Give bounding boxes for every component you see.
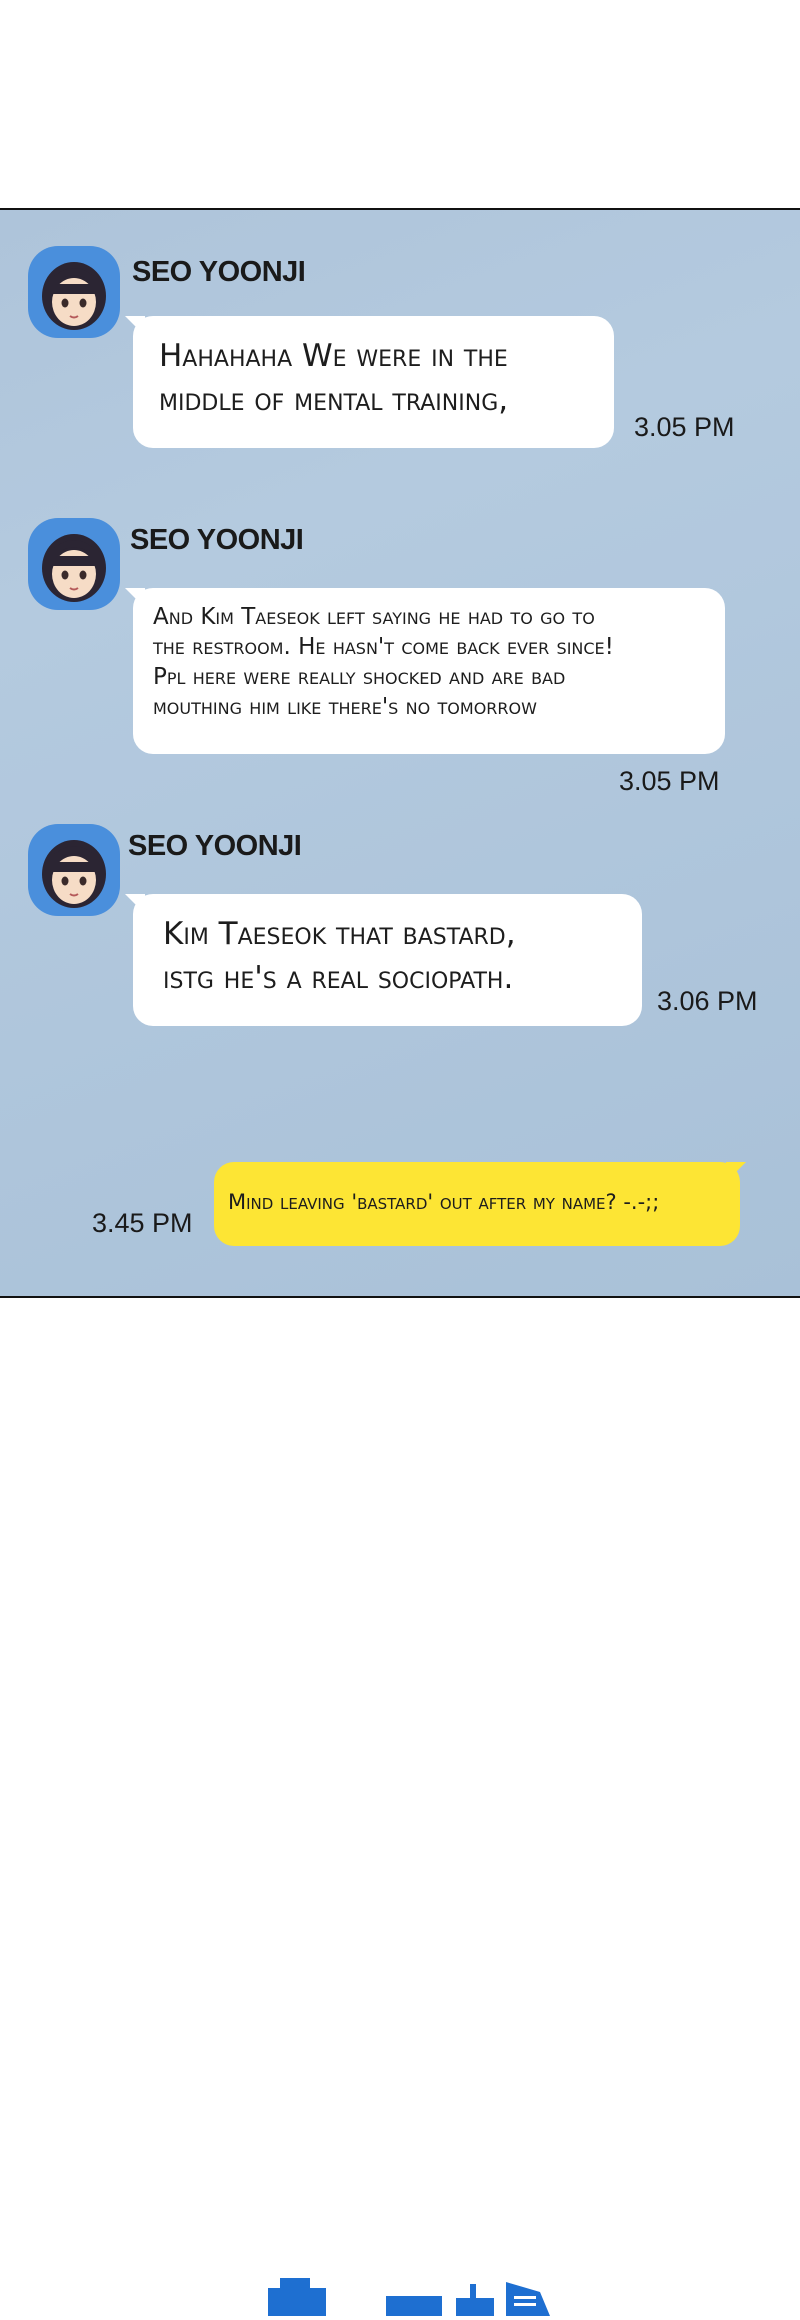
chat-panel: SEO YOONJI Hahahaha We were in the middl… [0,208,800,1298]
message-line: Hahahaha We were in the [159,338,508,374]
own-message-bubble: Mind leaving 'bastard' out after my name… [214,1162,746,1246]
message-line: istg he's a real sociopath. [163,960,514,996]
message-bubble: Kim Taeseok that bastard, istg he's a re… [125,894,642,1026]
message-line: the restroom. He hasn't come back ever s… [153,634,614,660]
sender-name: SEO YOONJI [130,524,304,556]
message-line: Kim Taeseok that bastard, [163,916,516,952]
girl-avatar-icon[interactable] [28,518,120,610]
message-line: And Kim Taeseok left saying he had to go… [153,604,595,630]
sender-name: SEO YOONJI [132,256,306,288]
message-time: 3.05 PM [619,766,720,796]
message-time: 3.05 PM [634,412,735,442]
message-time: 3.06 PM [657,986,758,1016]
message-line: Mind leaving 'bastard' out after my name… [228,1190,660,1214]
sender-name: SEO YOONJI [128,830,302,862]
message-bubble: Hahahaha We were in the middle of mental… [125,316,614,448]
girl-avatar-icon[interactable] [28,824,120,916]
message-bubble: And Kim Taeseok left saying he had to go… [125,588,725,754]
message-line: Ppl here were really shocked and are bad [153,664,566,690]
logo-icon [0,2270,800,2316]
message-time: 3.45 PM [92,1208,193,1238]
message-line: mouthing him like there's no tomorrow [153,694,537,720]
message-line: middle of mental training, [159,382,509,418]
girl-avatar-icon[interactable] [28,246,120,338]
